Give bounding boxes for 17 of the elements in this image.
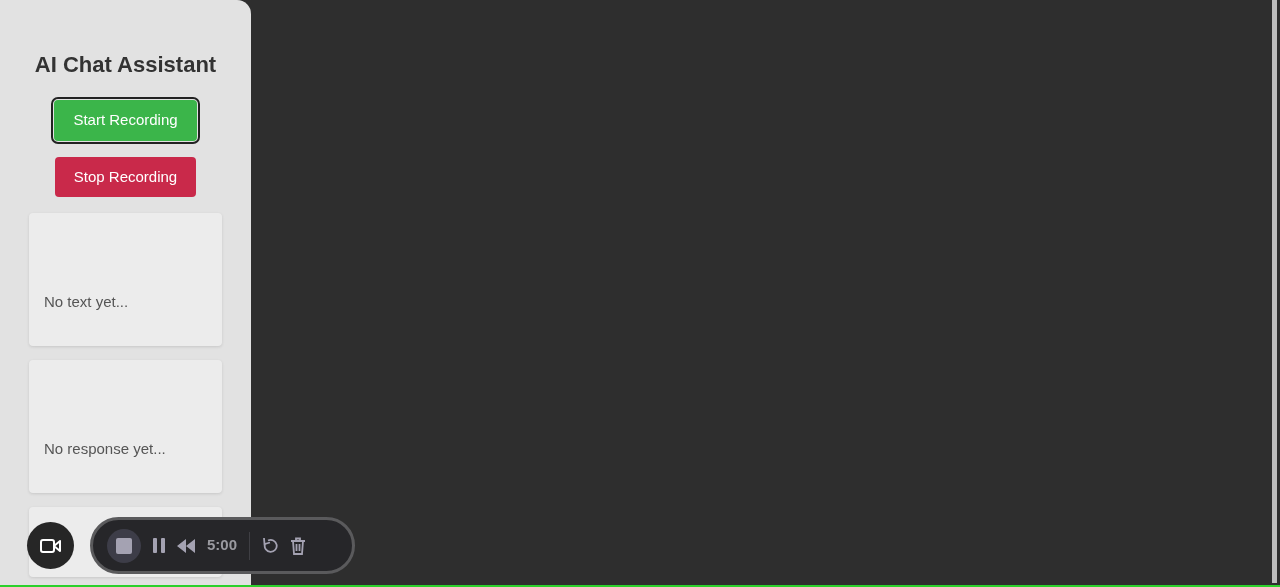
trash-icon (290, 536, 307, 555)
restart-icon (262, 537, 279, 554)
video-camera-icon (39, 537, 62, 554)
rewind-icon (177, 538, 195, 553)
scrollbar[interactable] (1272, 0, 1277, 583)
stop-button[interactable] (107, 528, 141, 563)
placeholder-text: No response yet... (44, 438, 166, 459)
stop-icon (116, 537, 132, 554)
pause-button[interactable] (153, 538, 165, 553)
delete-button[interactable] (290, 536, 307, 555)
timer: 5:00 (207, 535, 238, 556)
restart-button[interactable] (262, 537, 279, 554)
placeholder-text: No text yet... (44, 291, 129, 312)
app-title: AI Chat Assistant (33, 52, 218, 79)
pause-icon (153, 538, 165, 553)
stop-recording-button[interactable]: Stop Recording (54, 156, 197, 198)
rewind-button[interactable] (177, 538, 195, 553)
